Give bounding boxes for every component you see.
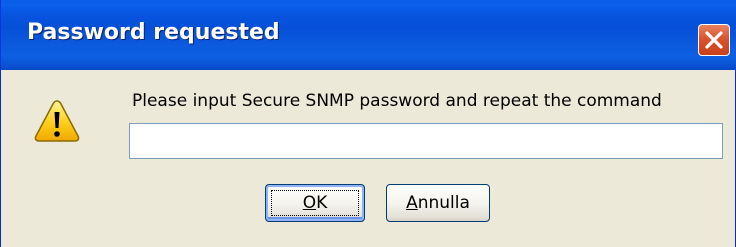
ok-button[interactable]: OK	[265, 184, 365, 222]
ok-accelerator: O	[302, 193, 317, 213]
ok-label-rest: K	[316, 193, 328, 213]
password-input[interactable]	[129, 123, 723, 159]
ok-button-label: OK	[303, 193, 328, 213]
close-button[interactable]	[698, 24, 730, 56]
password-dialog: Password requested Please input Secure S…	[0, 0, 736, 247]
cancel-button-label: Annulla	[406, 193, 470, 213]
title-bar[interactable]: Password requested	[1, 0, 736, 70]
dialog-message: Please input Secure SNMP password and re…	[132, 91, 662, 111]
cancel-button[interactable]: Annulla	[386, 184, 490, 222]
cancel-accelerator: A	[406, 193, 418, 213]
dialog-title: Password requested	[27, 20, 280, 45]
close-icon	[705, 31, 723, 49]
warning-icon	[34, 100, 80, 142]
cancel-label-rest: nnulla	[417, 193, 470, 213]
